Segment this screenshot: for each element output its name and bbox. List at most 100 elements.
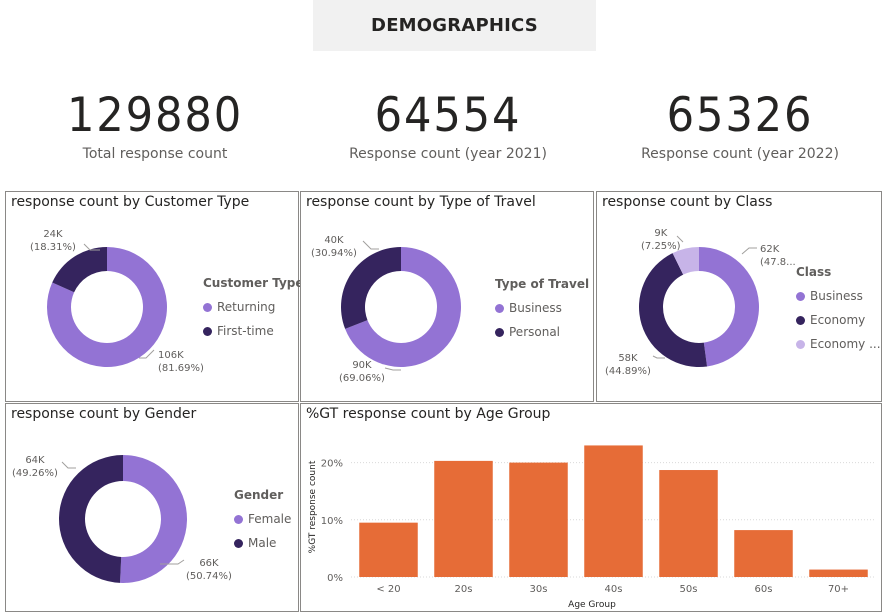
y-tick-label: 10% — [321, 516, 343, 527]
legend-item[interactable]: Male — [234, 531, 291, 555]
slice-pct: (81.69%) — [158, 363, 204, 374]
legend-item[interactable]: Economy — [796, 308, 881, 332]
slice-value: 58K — [618, 353, 638, 364]
slice-pct: (47.8... — [760, 257, 796, 268]
legend-title: Gender — [234, 488, 284, 502]
legend: Class Business Economy Economy ... — [796, 265, 881, 356]
donut-slice-male[interactable] — [58, 455, 123, 583]
slice-value: 40K — [324, 235, 344, 246]
bar-chart: < 20 20s 30s 40s 50s 60s 70+ 0% 10% 20% Age Grou… — [308, 445, 876, 610]
kpi-2022: 65326 Response count (year 2022) — [610, 86, 870, 162]
legend-label: Returning — [217, 300, 276, 314]
leader-line — [652, 355, 665, 359]
legend-label: Economy ... — [810, 337, 881, 351]
legend-item[interactable]: Business — [796, 284, 881, 308]
legend-swatch — [234, 514, 243, 524]
type-of-travel-card[interactable]: response count by Type of Travel 40K (30… — [300, 191, 594, 402]
kpi-label: Response count (year 2022) — [641, 146, 839, 162]
x-tick-label: 40s — [605, 584, 623, 595]
slice-label: 66K (50.74%) — [186, 557, 232, 583]
legend-item[interactable]: Female — [234, 507, 291, 531]
legend-title: Class — [796, 265, 832, 279]
x-tick-label: 20s — [455, 584, 473, 595]
slice-value: 106K — [158, 350, 184, 361]
kpi-label: Response count (year 2021) — [349, 146, 547, 162]
legend-swatch — [495, 303, 504, 313]
slice-value: 62K — [760, 244, 780, 255]
class-card[interactable]: response count by Class 9K (7.25%) 62K (… — [596, 191, 882, 402]
kpi-value: 129880 — [66, 88, 244, 143]
legend-swatch — [203, 302, 212, 312]
legend-label: Business — [810, 289, 863, 303]
bar-70[interactable] — [809, 569, 868, 577]
slice-label: 58K (44.89%) — [605, 352, 651, 378]
slice-pct: (7.25%) — [641, 241, 681, 252]
leader-line — [362, 240, 379, 250]
legend-label: Personal — [509, 325, 561, 339]
slice-label: 9K (7.25%) — [641, 227, 681, 253]
slice-label: 24K (18.31%) — [30, 228, 76, 254]
leader-line — [61, 461, 76, 469]
slice-pct: (50.74%) — [186, 571, 232, 582]
legend-label: Economy — [810, 313, 866, 327]
x-tick-label: < 20 — [376, 584, 400, 595]
y-ticks: 0% 10% 20% — [321, 459, 343, 584]
legend-swatch — [495, 327, 504, 337]
slice-pct: (18.31%) — [30, 242, 76, 253]
legend-label: Female — [248, 512, 292, 526]
legend-title: Type of Travel — [495, 277, 590, 291]
bar-60s[interactable] — [734, 530, 793, 577]
legend-swatch — [796, 291, 805, 301]
legend-item[interactable]: Economy ... — [796, 332, 881, 356]
donut-slices — [341, 247, 461, 367]
legend-swatch — [203, 326, 212, 336]
bar-20[interactable] — [359, 522, 418, 577]
kpi-2021: 64554 Response count (year 2021) — [318, 86, 578, 162]
donut-slices — [639, 247, 760, 367]
y-tick-label: 0% — [327, 573, 343, 584]
age-group-card[interactable]: %GT response count by Age Group < 20 20s 3… — [300, 403, 882, 612]
donut-slice-business[interactable] — [699, 247, 760, 367]
y-axis-title: %GT response count — [308, 460, 318, 553]
kpi-value: 65326 — [666, 88, 814, 143]
leader-line — [741, 247, 757, 255]
page-title: DEMOGRAPHICS — [313, 0, 596, 51]
donut-slices — [46, 247, 167, 367]
x-tick-label: 30s — [530, 584, 548, 595]
bar-50s[interactable] — [659, 470, 718, 577]
legend: Gender Female Male — [234, 488, 291, 555]
slice-label: 90K (69.06%) — [339, 359, 385, 385]
bar-20s[interactable] — [434, 460, 493, 577]
gender-card[interactable]: response count by Gender 64K (49.26%) 66… — [5, 403, 299, 612]
bars — [359, 445, 868, 577]
slice-pct: (30.94%) — [311, 248, 357, 259]
kpi-label: Total response count — [82, 146, 228, 162]
legend-label: First-time — [217, 324, 274, 338]
slice-label: 64K (49.26%) — [12, 454, 58, 480]
legend-item[interactable]: Personal — [495, 320, 589, 344]
leader-line — [384, 367, 401, 371]
legend-item[interactable]: Returning — [203, 295, 304, 319]
x-axis-title: Age Group — [568, 600, 616, 610]
legend-swatch — [796, 315, 805, 325]
bar-40s[interactable] — [584, 445, 643, 577]
legend-label: Business — [509, 301, 562, 315]
legend-swatch — [234, 538, 243, 548]
legend-item[interactable]: Business — [495, 296, 589, 320]
slice-label: 106K (81.69%) — [158, 349, 204, 375]
legend: Customer Type Returning First-time — [203, 276, 304, 343]
legend-swatch — [796, 339, 805, 349]
legend-item[interactable]: First-time — [203, 319, 304, 343]
slice-value: 66K — [199, 558, 219, 569]
bar-30s[interactable] — [509, 462, 568, 577]
x-tick-label: 60s — [755, 584, 773, 595]
x-tick-label: 50s — [680, 584, 698, 595]
x-ticks: < 20 20s 30s 40s 50s 60s 70+ — [376, 584, 849, 595]
customer-type-card[interactable]: response count by Customer Type 24K (18.… — [5, 191, 304, 402]
y-tick-label: 20% — [321, 459, 343, 470]
legend: Type of Travel Business Personal — [495, 277, 589, 344]
legend-title: Customer Type — [203, 276, 304, 290]
slice-value: 64K — [25, 455, 45, 466]
slice-pct: (69.06%) — [339, 373, 385, 384]
kpi-total: 129880 Total response count — [25, 86, 285, 162]
